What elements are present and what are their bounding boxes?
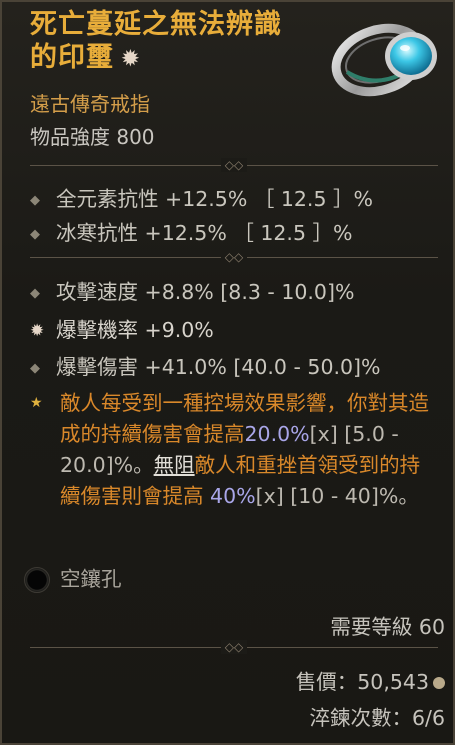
affix-stat: ✹ 爆擊機率 +9.0%	[30, 313, 214, 343]
aspect-value-2: 40%	[210, 484, 256, 508]
implicit-stat: ◆ 全元素抗性 +12.5% ［ 12.5 ］%	[30, 182, 373, 212]
required-level: 需要等級 60	[330, 615, 445, 639]
ancestral-star-icon: ✹	[122, 46, 140, 70]
sell-price: 售價：50,543	[296, 665, 445, 695]
socket-icon	[24, 567, 50, 593]
affix-text: 爆擊傷害 +41.0% [40.0 - 50.0]%	[56, 355, 381, 379]
aspect-value-1: 20.0%	[244, 422, 310, 446]
affix-text: 攻擊速度 +8.8% [8.3 - 10.0]%	[56, 280, 355, 304]
divider: ◇◇	[30, 640, 438, 654]
affix-stat: ◆ 攻擊速度 +8.8% [8.3 - 10.0]%	[30, 275, 354, 305]
diamond-bullet-icon: ◆	[30, 226, 40, 242]
item-name: 死亡蔓延之無法辨識 的印璽 ✹	[30, 8, 350, 75]
price-text: 售價：50,543	[295, 670, 429, 694]
aspect-range-2: [x] [10 - 40]%。	[255, 484, 419, 508]
ring-icon	[331, 23, 437, 97]
implicit-stat: ◆ 冰寒抗性 +12.5% ［ 12.5 ］%	[30, 216, 353, 246]
divider: ◇◇	[30, 158, 438, 172]
item-name-line2: 的印璽	[30, 42, 114, 73]
legendary-star-icon: ★	[30, 395, 43, 411]
diamond-bullet-icon: ◆	[30, 285, 40, 301]
divider: ◇◇	[30, 250, 438, 264]
aspect-text-2: 敵人和重挫	[194, 453, 298, 477]
socket-label: 空鑲孔	[60, 567, 122, 591]
empty-socket: 空鑲孔	[24, 562, 122, 593]
implicit-text: 全元素抗性 +12.5% ［ 12.5 ］%	[56, 187, 373, 211]
temper-count: 淬鍊次數：6/6	[309, 706, 446, 730]
diamond-bullet-icon: ◆	[30, 192, 40, 208]
diamond-bullet-icon: ◆	[30, 360, 40, 376]
greater-affix-star-icon: ✹	[30, 321, 45, 341]
item-name-line1: 死亡蔓延之無法辨識	[30, 9, 282, 40]
unstoppable-keyword[interactable]: 無阻	[154, 453, 195, 477]
item-tooltip: 死亡蔓延之無法辨識 的印璽 ✹ 遠古傳奇戒指 物品強度 800 ◇◇ ◆ 全元素抗性…	[0, 0, 455, 745]
item-power: 物品強度 800	[30, 125, 155, 149]
affix-stat: ◆ 爆擊傷害 +41.0% [40.0 - 50.0]%	[30, 350, 381, 380]
implicit-text: 冰寒抗性 +12.5% ［ 12.5 ］%	[56, 221, 353, 245]
item-type: 遠古傳奇戒指	[30, 92, 150, 116]
affix-text: 爆擊機率 +9.0%	[56, 318, 214, 342]
gold-coin-icon	[433, 677, 445, 689]
legendary-aspect: ★ 敵人每受到一種控場效果影響，你對其造成的持續傷害會提高20.0%[x] [5…	[30, 388, 434, 512]
